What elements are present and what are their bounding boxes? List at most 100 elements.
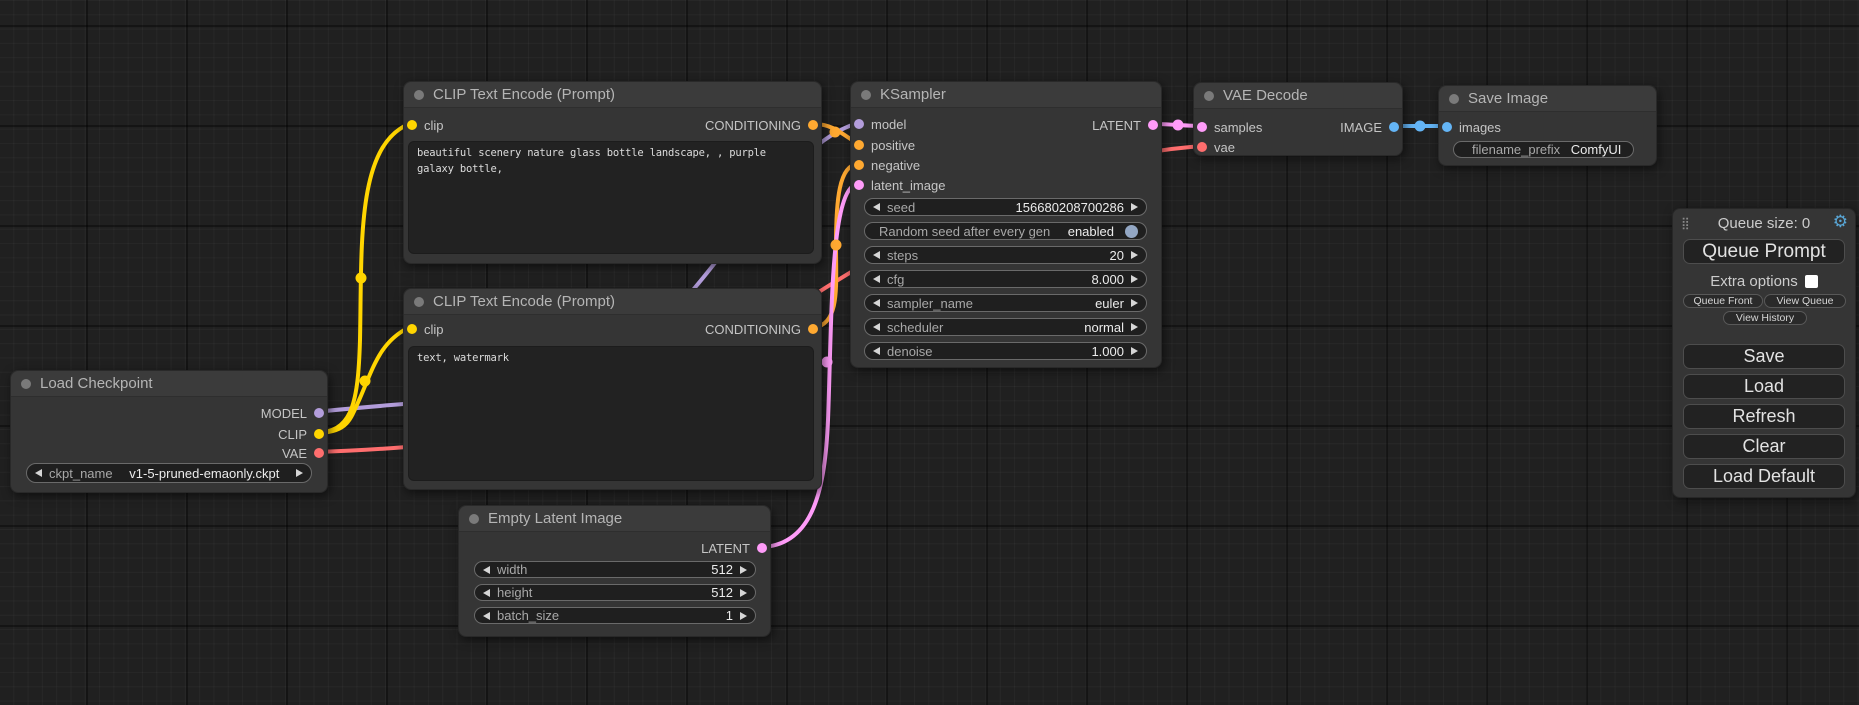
increment-arrow-icon[interactable] [740, 566, 747, 574]
batch-size-widget[interactable]: batch_size 1 [474, 607, 756, 624]
input-vae[interactable]: vae [1197, 140, 1235, 154]
output-latent[interactable]: LATENT [701, 541, 767, 555]
link-midpoint-dot[interactable] [830, 127, 841, 138]
output-image[interactable]: IMAGE [1340, 120, 1399, 134]
increment-arrow-icon[interactable] [1131, 323, 1138, 331]
refresh-button[interactable]: Refresh [1683, 404, 1845, 429]
clip-port-dot-icon[interactable] [314, 429, 324, 439]
collapse-dot-icon[interactable] [414, 297, 424, 307]
decrement-arrow-icon[interactable] [873, 275, 880, 283]
node-title-bar[interactable]: Save Image [1439, 86, 1656, 112]
output-conditioning[interactable]: CONDITIONING [705, 322, 818, 336]
input-samples[interactable]: samples [1197, 120, 1262, 134]
seed-widget[interactable]: seed 156680208700286 [864, 198, 1147, 216]
random-seed-toggle-widget[interactable]: Random seed after every gen enabled [864, 222, 1147, 240]
clear-button[interactable]: Clear [1683, 434, 1845, 459]
width-widget[interactable]: width 512 [474, 561, 756, 578]
node-empty-latent-image[interactable]: Empty Latent Image LATENT width 512 heig… [458, 505, 771, 637]
load-button[interactable]: Load [1683, 374, 1845, 399]
input-negative[interactable]: negative [854, 158, 920, 172]
input-model[interactable]: model [854, 117, 906, 131]
drag-handle-icon[interactable]: ⣿ [1681, 214, 1690, 232]
scheduler-widget[interactable]: scheduler normal [864, 318, 1147, 336]
toggle-enabled-icon[interactable] [1125, 225, 1138, 238]
denoise-widget[interactable]: denoise 1.000 [864, 342, 1147, 360]
increment-arrow-icon[interactable] [1131, 347, 1138, 355]
latent-port-dot-icon[interactable] [757, 543, 767, 553]
collapse-dot-icon[interactable] [469, 514, 479, 524]
prompt-textarea[interactable]: text, watermark [408, 346, 814, 481]
node-vae-decode[interactable]: VAE Decode samples vae IMAGE [1193, 82, 1403, 156]
image-port-dot-icon[interactable] [1389, 122, 1399, 132]
vae-port-dot-icon[interactable] [1197, 142, 1207, 152]
image-port-dot-icon[interactable] [1442, 122, 1452, 132]
save-button[interactable]: Save [1683, 344, 1845, 369]
decrement-arrow-icon[interactable] [35, 469, 42, 477]
settings-gear-icon[interactable]: ⚙ [1833, 213, 1848, 231]
node-title-bar[interactable]: KSampler [851, 82, 1161, 108]
link-midpoint-dot[interactable] [831, 240, 842, 251]
node-title-bar[interactable]: Empty Latent Image [459, 506, 770, 532]
output-vae[interactable]: VAE [282, 446, 324, 460]
node-save-image[interactable]: Save Image images filename_prefix ComfyU… [1438, 85, 1657, 166]
node-title-bar[interactable]: Load Checkpoint [11, 371, 327, 397]
collapse-dot-icon[interactable] [21, 379, 31, 389]
decrement-arrow-icon[interactable] [873, 347, 880, 355]
link-midpoint-dot[interactable] [1173, 120, 1184, 131]
increment-arrow-icon[interactable] [740, 612, 747, 620]
conditioning-port-dot-icon[interactable] [854, 140, 864, 150]
queue-front-button[interactable]: Queue Front [1683, 294, 1763, 308]
extra-options-checkbox[interactable] [1805, 275, 1818, 288]
increment-arrow-icon[interactable] [1131, 203, 1138, 211]
ckpt-name-widget[interactable]: ckpt_name v1-5-pruned-emaonly.ckpt [26, 463, 312, 483]
node-title-bar[interactable]: CLIP Text Encode (Prompt) [404, 82, 821, 108]
link-midpoint-dot[interactable] [356, 273, 367, 284]
input-images[interactable]: images [1442, 120, 1501, 134]
collapse-dot-icon[interactable] [414, 90, 424, 100]
filename-prefix-widget[interactable]: filename_prefix ComfyUI [1453, 141, 1634, 158]
node-clip-text-encode-negative[interactable]: CLIP Text Encode (Prompt) clip CONDITION… [403, 288, 822, 490]
model-port-dot-icon[interactable] [854, 119, 864, 129]
decrement-arrow-icon[interactable] [873, 299, 880, 307]
node-clip-text-encode-positive[interactable]: CLIP Text Encode (Prompt) clip CONDITION… [403, 81, 822, 264]
node-title-bar[interactable]: VAE Decode [1194, 83, 1402, 109]
vae-port-dot-icon[interactable] [314, 448, 324, 458]
increment-arrow-icon[interactable] [1131, 275, 1138, 283]
cfg-widget[interactable]: cfg 8.000 [864, 270, 1147, 288]
node-ksampler[interactable]: KSampler model positive negative latent_… [850, 81, 1162, 368]
latent-port-dot-icon[interactable] [1197, 122, 1207, 132]
input-positive[interactable]: positive [854, 138, 915, 152]
steps-widget[interactable]: steps 20 [864, 246, 1147, 264]
decrement-arrow-icon[interactable] [483, 589, 490, 597]
conditioning-port-dot-icon[interactable] [808, 120, 818, 130]
increment-arrow-icon[interactable] [1131, 251, 1138, 259]
queue-prompt-button[interactable]: Queue Prompt [1683, 239, 1845, 264]
input-clip[interactable]: clip [407, 118, 444, 132]
output-conditioning[interactable]: CONDITIONING [705, 118, 818, 132]
increment-arrow-icon[interactable] [740, 589, 747, 597]
link-midpoint-dot[interactable] [360, 376, 371, 387]
clip-port-dot-icon[interactable] [407, 120, 417, 130]
sampler-name-widget[interactable]: sampler_name euler [864, 294, 1147, 312]
conditioning-port-dot-icon[interactable] [854, 160, 864, 170]
load-default-button[interactable]: Load Default [1683, 464, 1845, 489]
decrement-arrow-icon[interactable] [483, 566, 490, 574]
output-latent[interactable]: LATENT [1092, 118, 1158, 132]
node-load-checkpoint[interactable]: Load Checkpoint MODEL CLIP VAE ckpt_name… [10, 370, 328, 493]
decrement-arrow-icon[interactable] [483, 612, 490, 620]
link-midpoint-dot[interactable] [1415, 121, 1426, 132]
model-port-dot-icon[interactable] [314, 408, 324, 418]
decrement-arrow-icon[interactable] [873, 323, 880, 331]
decrement-arrow-icon[interactable] [873, 251, 880, 259]
collapse-dot-icon[interactable] [1204, 91, 1214, 101]
decrement-arrow-icon[interactable] [873, 203, 880, 211]
output-model[interactable]: MODEL [261, 406, 324, 420]
view-history-button[interactable]: View History [1723, 311, 1807, 325]
increment-arrow-icon[interactable] [296, 469, 303, 477]
link-midpoint-dot[interactable] [822, 357, 833, 368]
input-clip[interactable]: clip [407, 322, 444, 336]
collapse-dot-icon[interactable] [861, 90, 871, 100]
view-queue-button[interactable]: View Queue [1764, 294, 1846, 308]
input-latent-image[interactable]: latent_image [854, 178, 945, 192]
output-clip[interactable]: CLIP [278, 427, 324, 441]
